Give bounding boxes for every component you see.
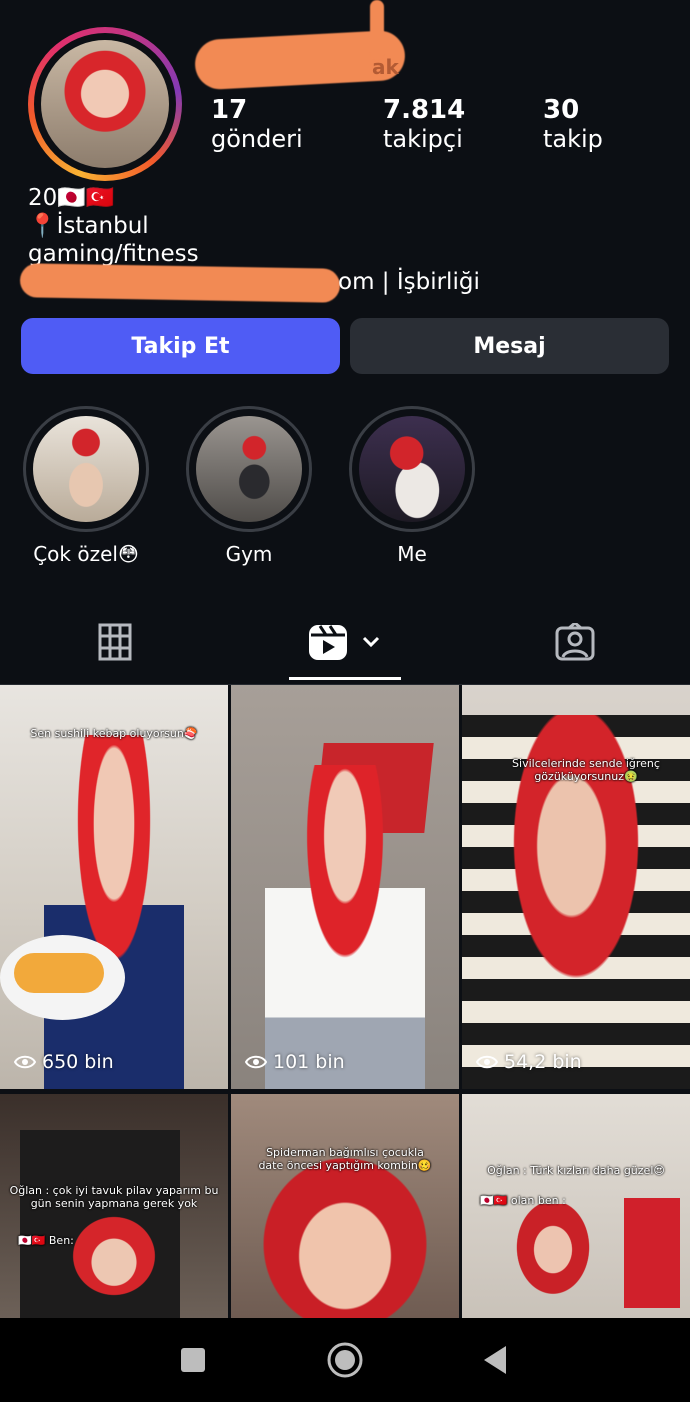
square-icon	[181, 1348, 205, 1372]
reel-tile[interactable]: Oğlan : çok iyi tavuk pilav yaparım bu g…	[0, 1094, 228, 1318]
highlight-thumb	[196, 416, 302, 522]
followers-count: 7.814	[383, 95, 466, 125]
bio-link[interactable]: om | İşbirliği	[338, 268, 480, 296]
followers-label: takipçi	[383, 125, 463, 153]
reel-caption: Sen sushili kebap oluyorsun🍣	[30, 727, 198, 740]
recents-button[interactable]	[163, 1336, 223, 1384]
following-count: 30	[543, 95, 580, 125]
following-label: takip	[543, 125, 603, 153]
reel-caption: Oğlan : çok iyi tavuk pilav yaparım bu g…	[9, 1184, 219, 1210]
home-button[interactable]	[315, 1336, 375, 1384]
highlight-label: Gym	[225, 542, 273, 566]
reel-caption-secondary: 🇯🇵🇹🇷 olan ben :	[480, 1194, 566, 1207]
tagged-icon	[555, 623, 595, 661]
chevron-down-icon	[362, 636, 380, 648]
tab-reels[interactable]	[289, 600, 401, 684]
reels-icon	[309, 625, 347, 660]
eye-icon	[245, 1055, 267, 1069]
reel-caption: Oğlan : Türk kızları daha güzel😍	[487, 1164, 665, 1177]
highlight-thumb	[359, 416, 465, 522]
profile-photo	[41, 40, 169, 168]
view-count-text: 650 bin	[42, 1051, 114, 1073]
view-count: 101 bin	[245, 1051, 345, 1073]
reels-grid: Sen sushili kebap oluyorsun🍣 650 bin 101…	[0, 685, 690, 1318]
highlight-thumb	[33, 416, 139, 522]
eye-icon	[476, 1055, 498, 1069]
reel-tile[interactable]: Oğlan : Türk kızları daha güzel😍 🇯🇵🇹🇷 ol…	[462, 1094, 690, 1318]
active-tab-indicator	[289, 677, 401, 680]
view-count: 650 bin	[14, 1051, 114, 1073]
reel-caption: Spiderman bağımlısı çocukla date öncesi …	[258, 1146, 432, 1172]
reel-tile[interactable]: 101 bin	[231, 685, 459, 1089]
follow-button[interactable]: Takip Et	[21, 318, 340, 374]
reel-tile[interactable]: Spiderman bağımlısı çocukla date öncesi …	[231, 1094, 459, 1318]
bio-location: 📍İstanbul	[28, 213, 149, 239]
redaction-stroke	[370, 0, 384, 60]
highlight-label: Çok özel😳	[33, 542, 139, 566]
reel-thumbnail	[498, 1204, 609, 1318]
reel-thumbnail	[49, 1194, 179, 1318]
stat-following[interactable]: 30 takip	[543, 95, 603, 153]
stat-posts[interactable]: 17 gönderi	[211, 95, 303, 153]
highlight-label: Me	[397, 542, 427, 566]
highlight-cok-ozel[interactable]: Çok özel😳	[21, 406, 151, 566]
profile-tabs	[0, 600, 690, 685]
back-button[interactable]	[465, 1336, 525, 1384]
posts-label: gönderi	[211, 125, 303, 153]
tab-tagged[interactable]	[520, 600, 630, 684]
view-count-text: 101 bin	[273, 1051, 345, 1073]
reel-tile[interactable]: Sivilcelerinde sende iğrenç gözüküyorsun…	[462, 685, 690, 1089]
bio-age-flags: 20🇯🇵🇹🇷	[28, 185, 115, 211]
message-button[interactable]: Mesaj	[350, 318, 669, 374]
posts-count: 17	[211, 95, 248, 125]
grid-icon	[98, 623, 132, 661]
reel-thumbnail	[265, 765, 425, 1089]
redacted-link	[19, 263, 341, 303]
stat-followers[interactable]: 7.814 takipçi	[383, 95, 465, 153]
tab-posts-grid[interactable]	[60, 600, 170, 684]
highlight-gym[interactable]: Gym	[184, 406, 314, 566]
reel-thumbnail	[44, 735, 184, 1089]
profile-avatar[interactable]	[28, 27, 182, 181]
eye-icon	[14, 1055, 36, 1069]
back-triangle-icon	[484, 1346, 506, 1374]
home-circle-icon	[327, 1342, 363, 1378]
reel-caption: Sivilcelerinde sende iğrenç gözüküyorsun…	[512, 757, 660, 783]
reel-tile[interactable]: Sen sushili kebap oluyorsun🍣 650 bin	[0, 685, 228, 1089]
reel-caption-secondary: 🇯🇵🇹🇷 Ben:	[18, 1234, 74, 1247]
view-count-text: 54,2 bin	[504, 1051, 582, 1073]
system-nav-bar	[0, 1318, 690, 1402]
highlight-me[interactable]: Me	[347, 406, 477, 566]
username-fragment: ak	[372, 55, 399, 79]
view-count: 54,2 bin	[476, 1051, 582, 1073]
